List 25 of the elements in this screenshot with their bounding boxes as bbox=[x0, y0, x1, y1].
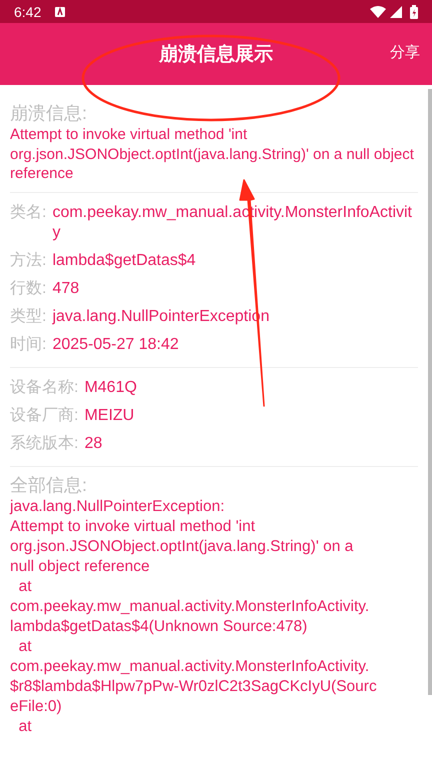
status-time: 6:42 bbox=[14, 4, 42, 20]
device-value: M461Q bbox=[84, 378, 138, 398]
detail-value: 478 bbox=[52, 278, 80, 298]
device-value: MEIZU bbox=[84, 406, 136, 426]
detail-label: 方法: bbox=[10, 250, 46, 270]
crash-info-label: 崩溃信息: bbox=[10, 102, 88, 125]
notification-icon bbox=[55, 6, 66, 16]
stack-trace: java.lang.NullPointerException: Attempt to invoke virtual method 'int org.json.JSONObject.optInt(java.lang.String)' on a null object reference at com.peekay.mw_manual.activity.MonsterInfoActivity. lambda$getDatas$4(Unknown Source:478) at com.peekay.mw_manual.activity.MonsterInfoActivity. $r8$lambda$Hlpw7pPw-Wr0zlC2t3SagCKcIyU(Sourc eFile:0) at bbox=[10, 496, 378, 736]
device-label: 设备名称: bbox=[10, 378, 78, 398]
detail-label: 时间: bbox=[10, 334, 46, 354]
detail-label: 类名: bbox=[10, 202, 46, 222]
share-button[interactable]: 分享 bbox=[390, 43, 420, 62]
wifi-icon bbox=[370, 6, 386, 18]
battery-icon bbox=[410, 4, 418, 18]
detail-label: 类型: bbox=[10, 306, 46, 326]
device-label: 系统版本: bbox=[10, 434, 78, 454]
detail-label: 行数: bbox=[10, 278, 46, 298]
device-label: 设备厂商: bbox=[10, 406, 78, 426]
detail-value: 2025-05-27 18:42 bbox=[52, 334, 180, 354]
signal-icon bbox=[390, 6, 402, 18]
screen-title: 崩溃信息展示 bbox=[159, 43, 273, 67]
crash-message: Attempt to invoke virtual method 'int org.json.JSONObject.optInt(java.lang.String)' on a null object reference bbox=[10, 125, 415, 184]
full-info-label: 全部信息: bbox=[10, 474, 88, 496]
device-value: 28 bbox=[84, 434, 104, 454]
detail-value: lambda$getDatas$4 bbox=[52, 250, 197, 270]
